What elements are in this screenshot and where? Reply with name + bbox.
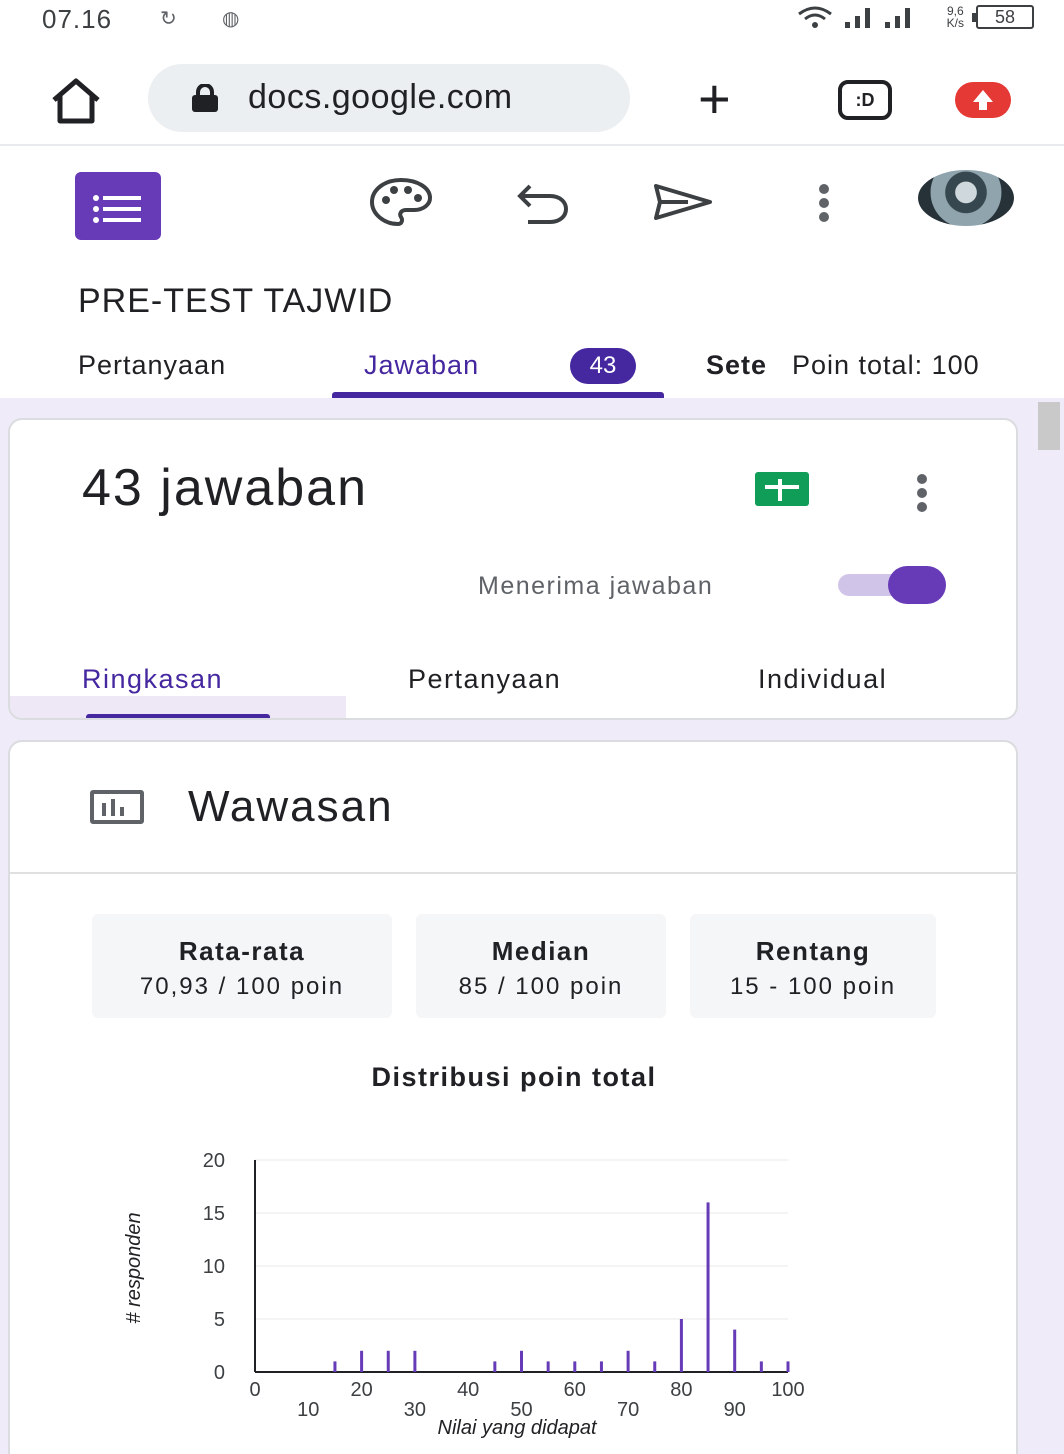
sync-icon: ↻: [160, 8, 177, 30]
sheets-cross-icon: [765, 479, 799, 501]
subtab-question[interactable]: Pertanyaan: [408, 664, 561, 695]
notification-icon: ◍: [222, 8, 240, 30]
stat-average: Rata-rata 70,93 / 100 poin: [92, 914, 392, 1018]
bars-icon: [102, 799, 124, 816]
y-tick-label: 10: [203, 1256, 225, 1278]
tab-switcher-button[interactable]: :D: [838, 80, 892, 120]
google-forms-logo[interactable]: [75, 172, 161, 240]
x-tick-label: 20: [350, 1379, 372, 1401]
forms-toolbar: [0, 160, 1064, 260]
chart-bar: [599, 1361, 603, 1372]
battery-icon: 58: [972, 5, 1034, 29]
new-tab-icon[interactable]: +: [698, 71, 731, 127]
url-text[interactable]: docs.google.com: [248, 78, 513, 117]
avatar[interactable]: [918, 170, 1014, 226]
x-tick-label: 60: [564, 1379, 586, 1401]
chart-bar: [679, 1319, 683, 1372]
lock-icon: [192, 84, 218, 112]
x-tick-label: 90: [724, 1399, 746, 1421]
stat-range: Rentang 15 - 100 poin: [690, 914, 936, 1018]
palette-icon[interactable]: [366, 174, 436, 230]
chart-bar: [413, 1350, 417, 1372]
insights-title: Wawasan: [188, 782, 394, 831]
status-right: 9,6 K/s 58: [795, 4, 1034, 30]
tab-questions[interactable]: Pertanyaan: [78, 350, 226, 381]
google-sheets-icon[interactable]: [755, 472, 809, 506]
more-options-icon[interactable]: [814, 184, 834, 226]
active-subtab-indicator: [86, 714, 270, 718]
wifi-signal-icon: [797, 6, 910, 28]
responses-count-badge: 43: [570, 348, 636, 384]
chart-bar: [360, 1350, 364, 1372]
undo-icon[interactable]: [508, 174, 578, 230]
insights-card: Wawasan Rata-rata 70,93 / 100 poin Media…: [8, 740, 1018, 1454]
x-tick-label: 100: [771, 1379, 804, 1401]
x-tick-label: 40: [457, 1379, 479, 1401]
form-tabs: Pertanyaan Jawaban 43 Sete Poin total: 1…: [0, 338, 1064, 398]
chart-bar: [573, 1361, 577, 1372]
stat-value: 85 / 100 poin: [458, 973, 624, 1000]
chart-bar: [493, 1361, 497, 1372]
chart-bar: [706, 1202, 710, 1372]
status-time: 07.16: [42, 4, 113, 34]
x-tick-label: 70: [617, 1399, 639, 1421]
chart-bar: [520, 1350, 523, 1372]
chart-bar: [759, 1361, 763, 1372]
responses-count-heading: 43 jawaban: [82, 459, 368, 517]
x-axis-label: Nilai yang didapat: [438, 1417, 598, 1439]
send-icon[interactable]: [648, 174, 718, 230]
tab-settings[interactable]: Sete: [706, 350, 767, 381]
form-lines-icon: [93, 195, 141, 223]
stat-value: 15 - 100 poin: [729, 973, 897, 1000]
chart-bar: [626, 1350, 630, 1372]
toggle-knob[interactable]: [888, 566, 946, 604]
speed-unit: K/s: [946, 16, 964, 30]
chart-bar: [733, 1329, 737, 1372]
y-tick-label: 5: [214, 1309, 225, 1331]
chart-bar: [333, 1361, 337, 1372]
accepting-responses-label: Menerima jawaban: [478, 572, 714, 600]
update-icon[interactable]: [955, 82, 1011, 118]
stat-median: Median 85 / 100 poin: [416, 914, 666, 1018]
points-total: Poin total: 100: [792, 350, 980, 380]
subtab-summary[interactable]: Ringkasan: [82, 664, 223, 695]
address-bar[interactable]: docs.google.com: [148, 64, 630, 132]
arrow-up-icon: [973, 90, 993, 110]
responses-content: 43 jawaban Menerima jawaban Ringkasan Pe…: [0, 398, 1064, 1454]
x-tick-label: 10: [297, 1399, 319, 1421]
tab-responses[interactable]: Jawaban: [364, 350, 479, 381]
y-tick-label: 15: [203, 1203, 225, 1225]
score-distribution-chart: 051015200 20 40 60 80 10010 30 50 70 90 Nilai yan…: [123, 1150, 805, 1439]
form-title: PRE-TEST TAJWID: [78, 282, 394, 320]
stat-value: 70,93 / 100 poin: [139, 973, 345, 1000]
stat-label: Rentang: [755, 936, 871, 966]
x-tick-label: 80: [670, 1379, 692, 1401]
status-bar: 07.16 ↻ ◍ 9,6 K/s 58: [0, 0, 1064, 44]
chart-bar: [386, 1350, 390, 1372]
scrollbar[interactable]: [1034, 398, 1064, 1454]
divider: [10, 872, 1018, 874]
stat-label: Median: [491, 936, 591, 966]
y-tick-label: 20: [203, 1150, 225, 1172]
browser-toolbar: docs.google.com + :D: [0, 58, 1064, 146]
x-tick-label: 0: [249, 1379, 260, 1401]
y-tick-label: 0: [214, 1362, 225, 1384]
bar-chart-icon: [90, 790, 144, 824]
y-axis-label: # responden: [123, 1212, 145, 1323]
x-tick-label: 30: [404, 1399, 426, 1421]
responses-menu-icon[interactable]: [912, 474, 932, 516]
chart-bar: [786, 1361, 790, 1372]
responses-summary-card: 43 jawaban Menerima jawaban Ringkasan Pe…: [8, 418, 1018, 720]
subtab-individual[interactable]: Individual: [758, 664, 887, 695]
chart-title: Distribusi poin total: [371, 1062, 657, 1092]
chart-bar: [546, 1361, 550, 1372]
stat-label: Rata-rata: [178, 936, 306, 966]
network-speed: 9,6 K/s: [947, 5, 964, 29]
home-icon[interactable]: [48, 76, 104, 126]
scrollbar-thumb[interactable]: [1038, 402, 1060, 450]
chart-bar: [653, 1361, 657, 1372]
